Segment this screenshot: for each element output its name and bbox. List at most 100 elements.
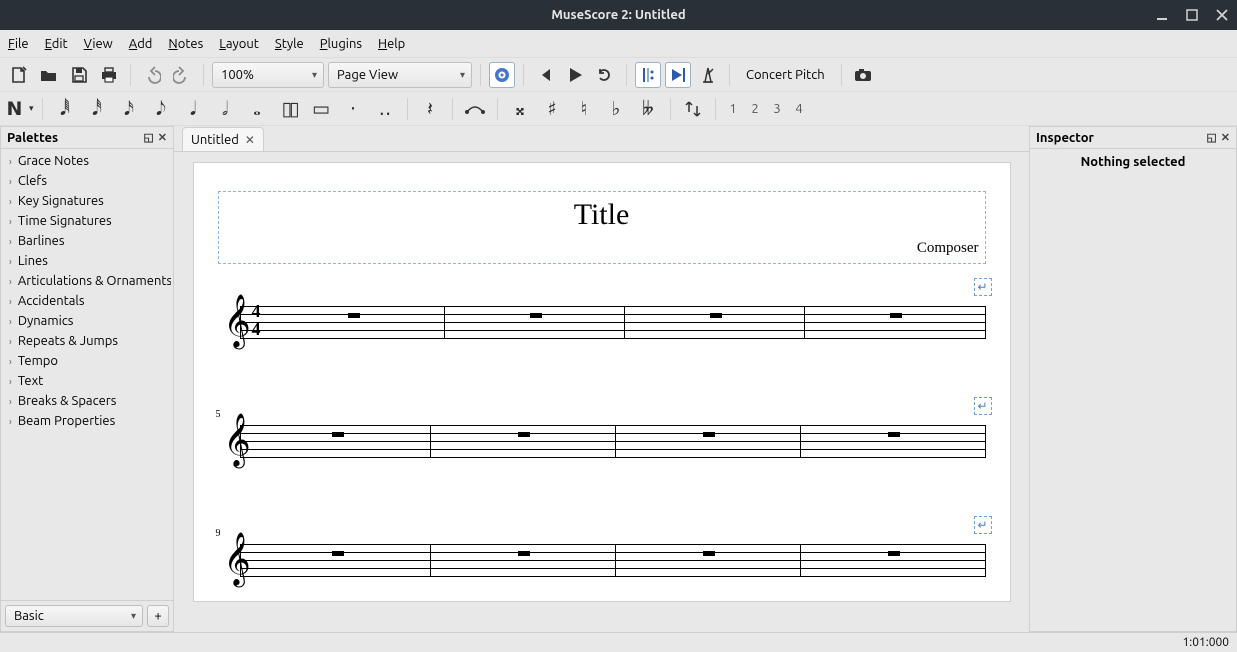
system-break-icon[interactable]: ↵	[974, 516, 992, 534]
whole-rest[interactable]	[703, 432, 715, 437]
palette-item-beam[interactable]: ›Beam Properties	[3, 411, 171, 431]
image-capture-toggle[interactable]	[489, 62, 515, 88]
whole-rest[interactable]	[530, 313, 542, 318]
score-page[interactable]: Title Composer ↵ 𝄞 44	[193, 162, 1011, 602]
duration-longa-button[interactable]: ▭	[307, 96, 335, 122]
menu-add[interactable]: Add	[129, 37, 153, 51]
dot-button[interactable]: ·	[339, 96, 367, 122]
whole-rest[interactable]	[518, 551, 530, 556]
inspector-undock-icon[interactable]: ◱	[1206, 131, 1216, 144]
flat-button[interactable]: ♭	[602, 96, 630, 122]
menu-edit[interactable]: Edit	[45, 37, 68, 51]
palette-item-text[interactable]: ›Text	[3, 371, 171, 391]
undo-button[interactable]	[139, 62, 165, 88]
open-button[interactable]	[36, 62, 62, 88]
menu-view[interactable]: View	[84, 37, 113, 51]
palettes-close-icon[interactable]: ✕	[158, 131, 167, 144]
voice-2-button[interactable]: 2	[746, 102, 764, 116]
whole-rest[interactable]	[348, 313, 360, 318]
score-title[interactable]: Title	[225, 198, 979, 232]
palette-item-articulations[interactable]: ›Articulations & Ornaments	[3, 271, 171, 291]
menu-notes[interactable]: Notes	[168, 37, 203, 51]
system-break-icon[interactable]: ↵	[974, 278, 992, 296]
menu-style[interactable]: Style	[275, 37, 304, 51]
redo-button[interactable]	[169, 62, 195, 88]
sharp-button[interactable]: ♯	[538, 96, 566, 122]
inspector-close-icon[interactable]: ✕	[1221, 131, 1230, 144]
whole-rest[interactable]	[518, 432, 530, 437]
close-icon[interactable]: ✕	[245, 133, 255, 147]
staff[interactable]: 𝄞	[218, 425, 986, 458]
whole-rest[interactable]	[890, 313, 902, 318]
palette-item-barlines[interactable]: ›Barlines	[3, 231, 171, 251]
zoom-combo[interactable]: 100%▾	[212, 62, 324, 88]
voice-4-button[interactable]: 4	[790, 102, 808, 116]
natural-button[interactable]: ♮	[570, 96, 598, 122]
palette-item-dynamics[interactable]: ›Dynamics	[3, 311, 171, 331]
whole-rest[interactable]	[710, 313, 722, 318]
double-dot-button[interactable]: ‥	[371, 96, 399, 122]
loop-button[interactable]	[592, 62, 618, 88]
rewind-button[interactable]	[532, 62, 558, 88]
rest-button[interactable]: 𝄽	[416, 96, 444, 122]
duration-whole-button[interactable]: 𝅝	[243, 96, 271, 122]
note-input-mode-button[interactable]: N ▾	[6, 96, 34, 122]
tie-button[interactable]	[461, 96, 489, 122]
palette-item-lines[interactable]: ›Lines	[3, 251, 171, 271]
palettes-undock-icon[interactable]: ◱	[143, 131, 153, 144]
menu-plugins[interactable]: Plugins	[320, 37, 362, 51]
duration-8th-button[interactable]: 𝅘𝅥𝅮	[147, 96, 175, 122]
palette-item-accidentals[interactable]: ›Accidentals	[3, 291, 171, 311]
duration-breve-button[interactable]: ▯▯	[275, 96, 303, 122]
metronome-button[interactable]	[695, 62, 721, 88]
score-canvas[interactable]: Title Composer ↵ 𝄞 44	[174, 152, 1029, 632]
menu-layout[interactable]: Layout	[219, 37, 259, 51]
duration-64th-button[interactable]: 𝅘𝅥𝅱	[51, 96, 79, 122]
palette-item-repeats[interactable]: ›Repeats & Jumps	[3, 331, 171, 351]
whole-rest[interactable]	[332, 551, 344, 556]
title-frame[interactable]: Title Composer	[218, 191, 986, 264]
palette-item-clefs[interactable]: ›Clefs	[3, 171, 171, 191]
workspace-combo[interactable]: Basic▾	[5, 605, 143, 627]
view-mode-combo[interactable]: Page View▾	[328, 62, 472, 88]
palette-item-tempo[interactable]: ›Tempo	[3, 351, 171, 371]
window-close-button[interactable]	[1215, 8, 1229, 22]
double-sharp-button[interactable]: 𝄪	[506, 96, 534, 122]
whole-rest[interactable]	[888, 432, 900, 437]
print-button[interactable]	[96, 62, 122, 88]
whole-rest[interactable]	[703, 551, 715, 556]
add-workspace-button[interactable]: +	[147, 605, 169, 627]
duration-16th-button[interactable]: 𝅘𝅥𝅯	[115, 96, 143, 122]
pan-playback-toggle[interactable]	[665, 62, 691, 88]
new-score-button[interactable]	[6, 62, 32, 88]
double-flat-button[interactable]: 𝄫	[634, 96, 662, 122]
save-button[interactable]	[66, 62, 92, 88]
staff[interactable]: 𝄞	[218, 544, 986, 577]
duration-32nd-button[interactable]: 𝅘𝅥𝅰	[83, 96, 111, 122]
duration-half-button[interactable]: 𝅗𝅥	[211, 96, 239, 122]
whole-rest[interactable]	[332, 432, 344, 437]
play-repeats-toggle[interactable]	[635, 62, 661, 88]
window-maximize-button[interactable]	[1185, 8, 1199, 22]
play-button[interactable]	[562, 62, 588, 88]
palette-item-key-signatures[interactable]: ›Key Signatures	[3, 191, 171, 211]
window-minimize-button[interactable]	[1155, 8, 1169, 22]
voice-3-button[interactable]: 3	[768, 102, 786, 116]
duration-quarter-button[interactable]: 𝅘𝅥	[179, 96, 207, 122]
staff[interactable]: 𝄞 44	[218, 306, 986, 339]
whole-rest[interactable]	[888, 551, 900, 556]
concert-pitch-toggle[interactable]: Concert Pitch	[738, 62, 833, 88]
document-tab[interactable]: Untitled ✕	[182, 127, 264, 151]
palette-item-breaks[interactable]: ›Breaks & Spacers	[3, 391, 171, 411]
palette-item-time-signatures[interactable]: ›Time Signatures	[3, 211, 171, 231]
palette-item-grace-notes[interactable]: ›Grace Notes	[3, 151, 171, 171]
menu-file[interactable]: File	[8, 37, 29, 51]
system-break-icon[interactable]: ↵	[974, 397, 992, 415]
voice-1-button[interactable]: 1	[724, 102, 742, 116]
score-composer[interactable]: Composer	[225, 240, 979, 257]
time-signature[interactable]: 44	[252, 302, 261, 338]
chevron-right-icon: ›	[9, 296, 12, 307]
flip-direction-button[interactable]	[679, 96, 707, 122]
menu-help[interactable]: Help	[378, 37, 405, 51]
screenshot-button[interactable]	[850, 62, 876, 88]
